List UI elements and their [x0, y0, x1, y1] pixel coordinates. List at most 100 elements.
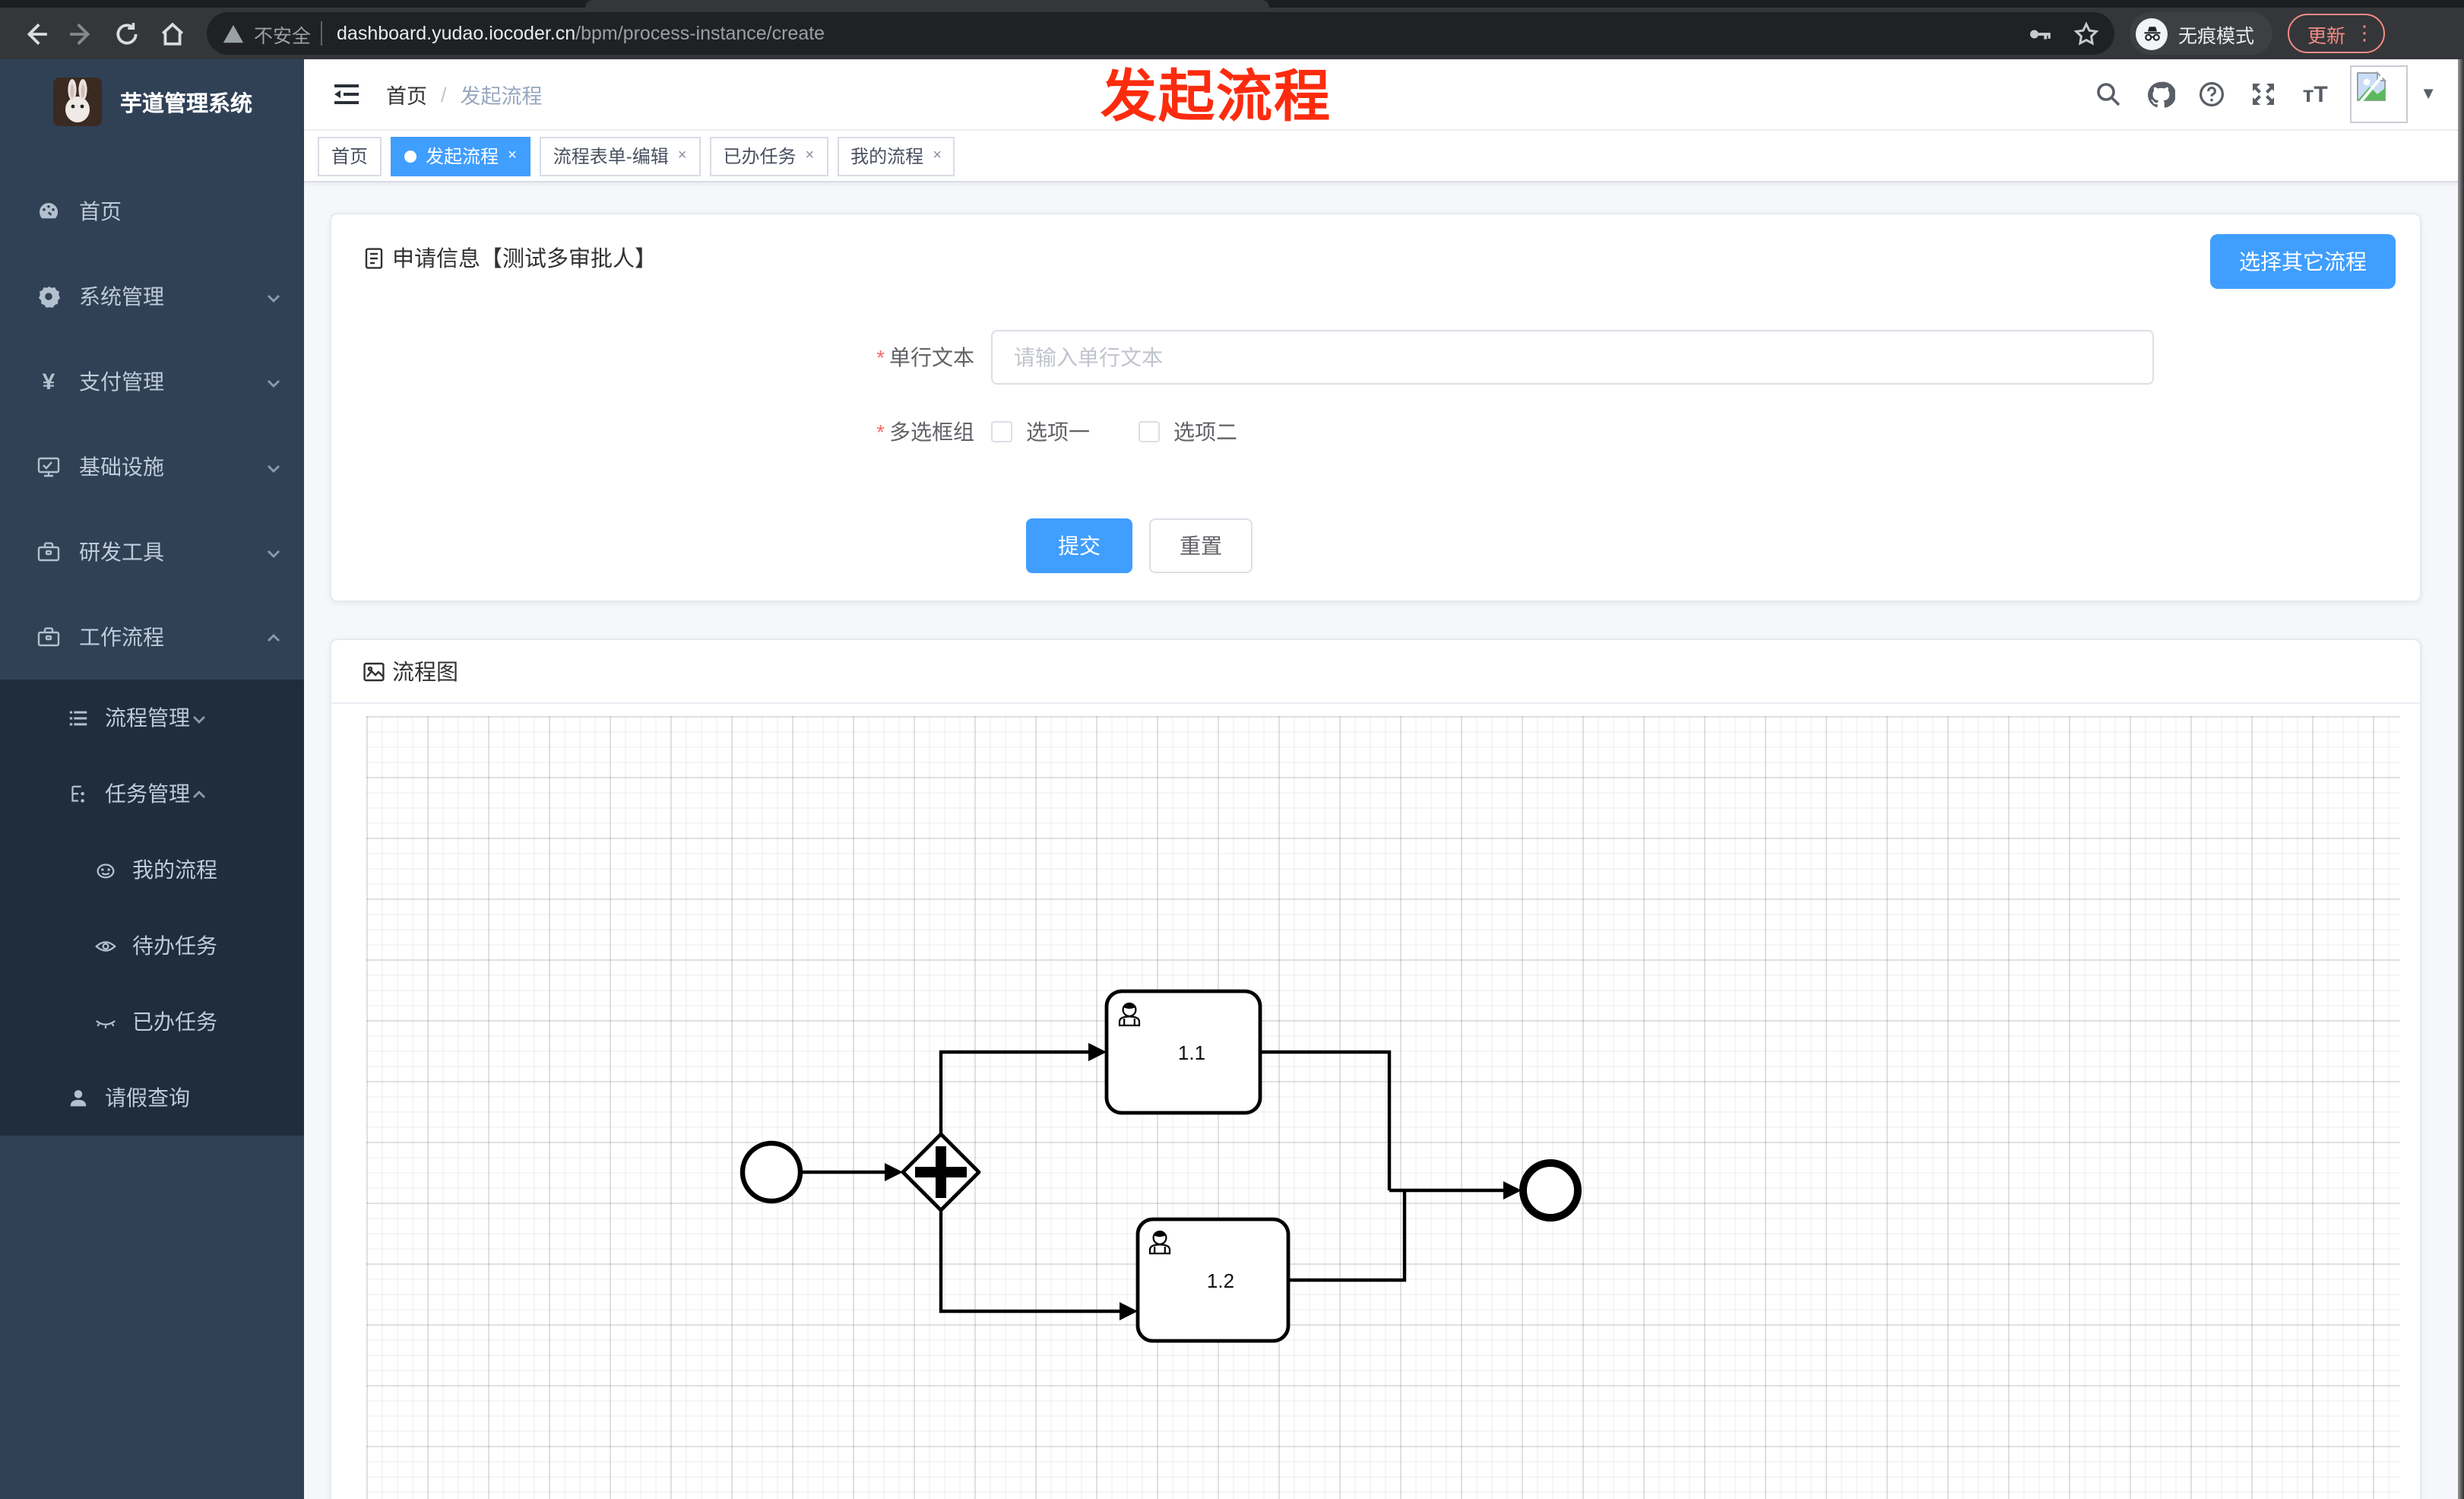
document-icon — [362, 246, 386, 270]
app-title: 芋道管理系统 — [120, 92, 252, 116]
sidebar-item-label: 已办任务 — [132, 1009, 217, 1034]
tab-form-edit[interactable]: 流程表单-编辑 × — [539, 136, 701, 176]
sidebar-item-my-process[interactable]: 我的流程 — [0, 832, 304, 908]
toolbox-icon — [36, 540, 61, 564]
user-task-1-2[interactable]: 1.2 — [1135, 1217, 1291, 1343]
help-icon[interactable] — [2186, 68, 2238, 120]
url-path: /bpm/process-instance/create — [575, 23, 825, 44]
sidebar-item-label: 支付管理 — [79, 369, 164, 394]
sidebar-item-task-mgmt[interactable]: 任务管理 — [0, 756, 304, 832]
back-icon[interactable] — [12, 12, 58, 55]
yen-icon: ¥ — [42, 369, 55, 395]
chevron-down-icon — [190, 708, 208, 727]
chevron-down-icon — [264, 372, 283, 391]
diagram-card-body: 1.1 1.2 — [331, 704, 2420, 1499]
browser-tab-strip — [0, 0, 2464, 8]
chevron-down-icon — [264, 287, 283, 306]
sidebar-item-done-task[interactable]: 已办任务 — [0, 984, 304, 1060]
security-label[interactable]: 不安全 — [254, 19, 311, 48]
required-mark: * — [876, 420, 885, 444]
password-key-icon[interactable] — [2026, 21, 2052, 46]
checkbox-option2-label: 选项二 — [1173, 420, 1237, 444]
user-task-1-1[interactable]: 1.1 — [1104, 989, 1262, 1115]
sidebar-item-workflow[interactable]: 工作流程 — [0, 594, 304, 680]
sidebar-collapse-icon[interactable] — [331, 79, 362, 109]
tab-label: 首页 — [331, 146, 369, 167]
browser-update-button[interactable]: 更新 ⋮ — [2288, 14, 2386, 53]
url-bar[interactable]: 不安全 dashboard.yudao.iocoder.cn/bpm/proce… — [207, 12, 2114, 55]
required-mark: * — [876, 345, 885, 369]
active-dot — [404, 150, 417, 162]
end-event[interactable] — [1519, 1159, 1582, 1222]
chevron-down-icon — [264, 543, 283, 561]
checkbox-option2[interactable] — [1139, 421, 1160, 442]
close-icon[interactable]: × — [933, 147, 942, 164]
reload-icon[interactable] — [103, 12, 149, 55]
sidebar-item-pay[interactable]: ¥ 支付管理 — [0, 339, 304, 424]
chevron-down-icon — [264, 458, 283, 476]
single-line-text-input[interactable]: 请输入单行文本 — [991, 330, 2154, 385]
incognito-label: 无痕模式 — [2178, 25, 2255, 46]
sidebar-logo[interactable]: 芋道管理系统 — [0, 59, 304, 144]
tab-my-process[interactable]: 我的流程 × — [837, 136, 955, 176]
caret-down-icon[interactable]: ▼ — [2420, 85, 2437, 103]
close-icon[interactable]: × — [508, 147, 517, 164]
card-title-text: 申请信息【测试多审批人】 — [392, 248, 657, 272]
checkbox-group: 选项一 选项二 — [991, 417, 1237, 447]
sidebar-item-label: 基础设施 — [79, 455, 164, 479]
parallel-gateway[interactable] — [901, 1132, 981, 1212]
checkbox-option1[interactable] — [991, 421, 1012, 442]
tab-create-process[interactable]: 发起流程 × — [391, 136, 530, 176]
active-tab-top — [585, 0, 1269, 8]
annotation-title: 发起流程 — [1101, 65, 1332, 128]
forward-icon[interactable] — [58, 12, 103, 55]
eye-icon — [94, 934, 117, 957]
bookmark-star-icon[interactable] — [2073, 21, 2099, 46]
breadcrumb-home[interactable]: 首页 — [386, 79, 427, 109]
start-event[interactable] — [740, 1140, 803, 1204]
sidebar-item-system[interactable]: 系统管理 — [0, 254, 304, 339]
tab-label: 已办任务 — [723, 146, 797, 167]
sidebar-item-dev[interactable]: 研发工具 — [0, 509, 304, 594]
home-icon[interactable] — [149, 12, 195, 55]
chevron-up-icon — [264, 628, 283, 646]
screenshot-stage: 不安全 dashboard.yudao.iocoder.cn/bpm/proce… — [0, 0, 2464, 1499]
sidebar-item-leave-query[interactable]: 请假查询 — [0, 1060, 304, 1136]
card-title-text: 流程图 — [392, 661, 458, 686]
tab-done-task[interactable]: 已办任务 × — [709, 136, 828, 176]
tab-label: 发起流程 — [426, 146, 499, 167]
user-avatar[interactable] — [2350, 65, 2409, 123]
breadcrumb-separator: / — [441, 83, 447, 106]
picture-icon — [362, 659, 386, 683]
tab-home[interactable]: 首页 — [318, 136, 382, 176]
browser-menu-dots-icon[interactable]: ⋮ — [2355, 21, 2374, 46]
sidebar-item-infra[interactable]: 基础设施 — [0, 424, 304, 509]
choose-other-process-button[interactable]: 选择其它流程 — [2210, 234, 2396, 289]
submit-button[interactable]: 提交 — [1026, 518, 1132, 573]
github-icon[interactable] — [2134, 68, 2186, 120]
close-icon[interactable]: × — [678, 147, 687, 164]
reset-button[interactable]: 重置 — [1149, 518, 1253, 573]
process-diagram-card: 流程图 1.1 1.2 — [330, 639, 2421, 1499]
tab-label: 流程表单-编辑 — [553, 146, 669, 167]
bpmn-canvas[interactable]: 1.1 1.2 — [366, 716, 2400, 1499]
sidebar-item-label: 研发工具 — [79, 540, 164, 564]
workflow-submenu: 流程管理 任务管理 我的流程 待办任务 已办任务 请假查询 — [0, 680, 304, 1136]
font-size-icon[interactable]: ᴛT — [2289, 68, 2341, 120]
security-warning-icon[interactable] — [222, 22, 245, 45]
sidebar-item-process-mgmt[interactable]: 流程管理 — [0, 680, 304, 756]
close-icon[interactable]: × — [805, 147, 814, 164]
url-domain: dashboard.yudao.iocoder.cn — [337, 23, 576, 44]
eye-off-icon — [94, 1010, 117, 1033]
sidebar-item-home[interactable]: 首页 — [0, 169, 304, 254]
search-icon[interactable] — [2082, 68, 2134, 120]
list-tree-icon — [67, 706, 90, 729]
robot-face-icon — [94, 858, 117, 881]
fullscreen-icon[interactable] — [2238, 68, 2289, 120]
logo-avatar — [53, 78, 102, 126]
sidebar-item-label: 首页 — [79, 199, 122, 223]
sidebar-item-label: 任务管理 — [105, 781, 190, 806]
diagram-card-header: 流程图 — [331, 640, 2420, 704]
sidebar-item-todo-task[interactable]: 待办任务 — [0, 908, 304, 984]
checkbox-option1-label: 选项一 — [1026, 420, 1090, 444]
